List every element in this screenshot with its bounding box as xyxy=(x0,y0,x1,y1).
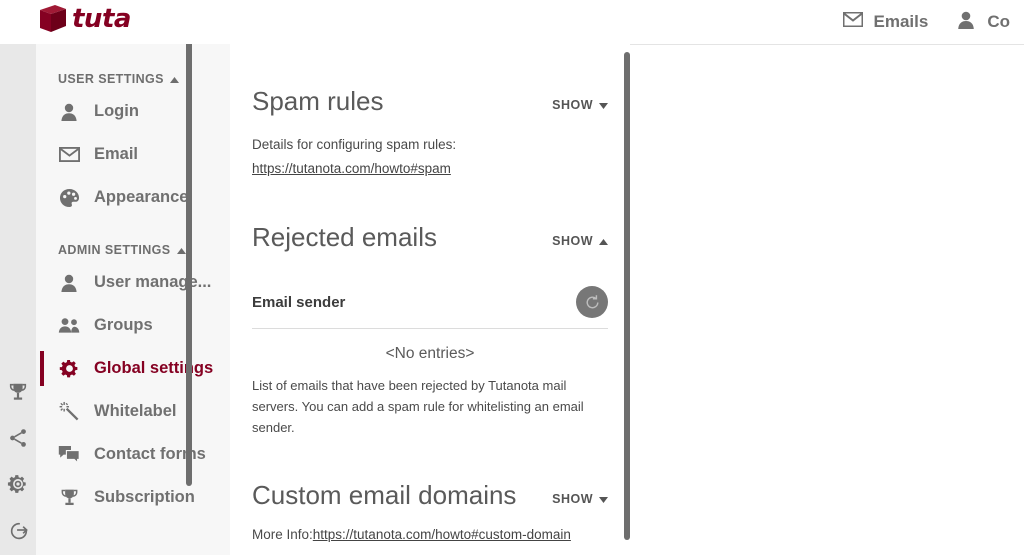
spam-rules-link-row: https://tutanota.com/howto#spam xyxy=(252,158,608,180)
chevron-down-icon xyxy=(599,492,608,506)
sidebar-item-whitelabel[interactable]: Whitelabel xyxy=(36,390,230,433)
share-icon[interactable] xyxy=(5,425,31,451)
show-label: SHOW xyxy=(552,234,593,248)
sidebar-item-appearance[interactable]: Appearance xyxy=(36,176,230,219)
sidebar-item-label: Email xyxy=(94,145,138,164)
custom-domains-show-toggle[interactable]: SHOW xyxy=(552,492,608,510)
tuta-logo[interactable]: tuta xyxy=(38,4,131,34)
palette-icon xyxy=(58,188,80,208)
sidebar-item-contact-forms[interactable]: Contact forms xyxy=(36,433,230,476)
spam-rules-link[interactable]: https://tutanota.com/howto#spam xyxy=(252,161,451,176)
sidebar-item-email[interactable]: Email xyxy=(36,133,230,176)
caret-up-icon xyxy=(177,243,186,257)
logo-wordmark: tuta xyxy=(72,4,131,34)
sidebar-item-label: User manage... xyxy=(94,273,211,292)
left-icon-rail xyxy=(0,44,36,555)
settings-sidebar: USER SETTINGS Login xyxy=(36,44,230,555)
chat-icon xyxy=(58,445,80,464)
page-title-custom-email-domains: Custom email domains xyxy=(252,480,516,510)
rejected-emails-empty-state: <No entries> xyxy=(252,329,608,367)
people-icon xyxy=(58,317,80,334)
custom-domains-link[interactable]: https://tutanota.com/howto#custom-domain xyxy=(313,527,571,542)
more-info-label: More Info: xyxy=(252,527,313,542)
app-header: tuta Emails Co xyxy=(0,0,1024,44)
wand-icon xyxy=(58,401,80,422)
header-item-label: Co xyxy=(987,12,1010,32)
show-label: SHOW xyxy=(552,98,593,112)
trophy-icon[interactable] xyxy=(5,379,31,405)
sidebar-item-label: Login xyxy=(94,102,139,121)
sidebar-group-label: ADMIN SETTINGS xyxy=(58,243,171,257)
sidebar-group-admin-settings[interactable]: ADMIN SETTINGS xyxy=(36,239,230,261)
sidebar-item-label: Appearance xyxy=(94,188,188,207)
section-custom-domains-header: Custom email domains SHOW xyxy=(252,438,608,510)
settings-content-panel: Spam rules SHOW Details for configuring … xyxy=(230,44,630,555)
tuta-box-logo-icon xyxy=(38,4,68,34)
sidebar-item-label: Groups xyxy=(94,316,153,335)
spam-rules-show-toggle[interactable]: SHOW xyxy=(552,98,608,116)
content-scrollbar-thumb[interactable] xyxy=(624,52,630,540)
sidebar-content: USER SETTINGS Login xyxy=(36,44,230,519)
person-icon xyxy=(58,273,80,293)
section-rejected-emails-header: Rejected emails SHOW xyxy=(252,180,608,252)
sidebar-group-user-settings[interactable]: USER SETTINGS xyxy=(36,68,230,90)
header-item-contacts[interactable]: Co xyxy=(942,0,1024,44)
sidebar-item-label: Global settings xyxy=(94,359,213,378)
envelope-icon xyxy=(58,147,80,162)
rejected-emails-show-toggle[interactable]: SHOW xyxy=(552,234,608,252)
gear-icon xyxy=(58,358,80,379)
chevron-down-icon xyxy=(599,98,608,112)
sidebar-group-label: USER SETTINGS xyxy=(58,72,164,86)
show-label: SHOW xyxy=(552,492,593,506)
caret-up-icon xyxy=(170,72,179,86)
header-item-label: Emails xyxy=(874,12,929,32)
right-empty-pane xyxy=(630,44,1024,555)
sidebar-item-groups[interactable]: Groups xyxy=(36,304,230,347)
chevron-up-icon xyxy=(599,234,608,248)
header-actions: Emails Co xyxy=(829,0,1024,44)
person-icon xyxy=(956,10,976,35)
gear-icon[interactable] xyxy=(5,471,31,497)
person-icon xyxy=(58,102,80,122)
rejected-emails-table-header: Email sender xyxy=(252,286,608,329)
settings-sections: Spam rules SHOW Details for configuring … xyxy=(230,44,630,555)
section-security-header: Security xyxy=(252,546,608,555)
sidebar-spacer xyxy=(36,219,230,239)
trophy-icon xyxy=(58,487,80,508)
section-spam-rules-header: Spam rules SHOW xyxy=(252,44,608,116)
sidebar-item-login[interactable]: Login xyxy=(36,90,230,133)
sidebar-item-user-management[interactable]: User manage... xyxy=(36,261,230,304)
sidebar-item-label: Whitelabel xyxy=(94,402,177,421)
sidebar-item-subscription[interactable]: Subscription xyxy=(36,476,230,519)
rejected-emails-description: List of emails that have been rejected b… xyxy=(252,375,608,438)
spam-rules-detail-text: Details for configuring spam rules: xyxy=(252,134,608,156)
envelope-icon xyxy=(843,12,863,32)
refresh-icon[interactable] xyxy=(576,286,608,318)
sidebar-item-global-settings[interactable]: Global settings xyxy=(36,347,230,390)
column-header-email-sender: Email sender xyxy=(252,294,345,311)
sidebar-scrollbar-thumb[interactable] xyxy=(186,6,192,486)
logout-icon[interactable] xyxy=(5,517,31,543)
page-title-spam-rules: Spam rules xyxy=(252,86,384,116)
page-title-rejected-emails: Rejected emails xyxy=(252,222,437,252)
custom-domains-info-row: More Info:https://tutanota.com/howto#cus… xyxy=(252,524,608,546)
header-item-emails[interactable]: Emails xyxy=(829,0,943,44)
app-window: tuta Emails Co xyxy=(0,0,1024,555)
sidebar-item-label: Subscription xyxy=(94,488,195,507)
